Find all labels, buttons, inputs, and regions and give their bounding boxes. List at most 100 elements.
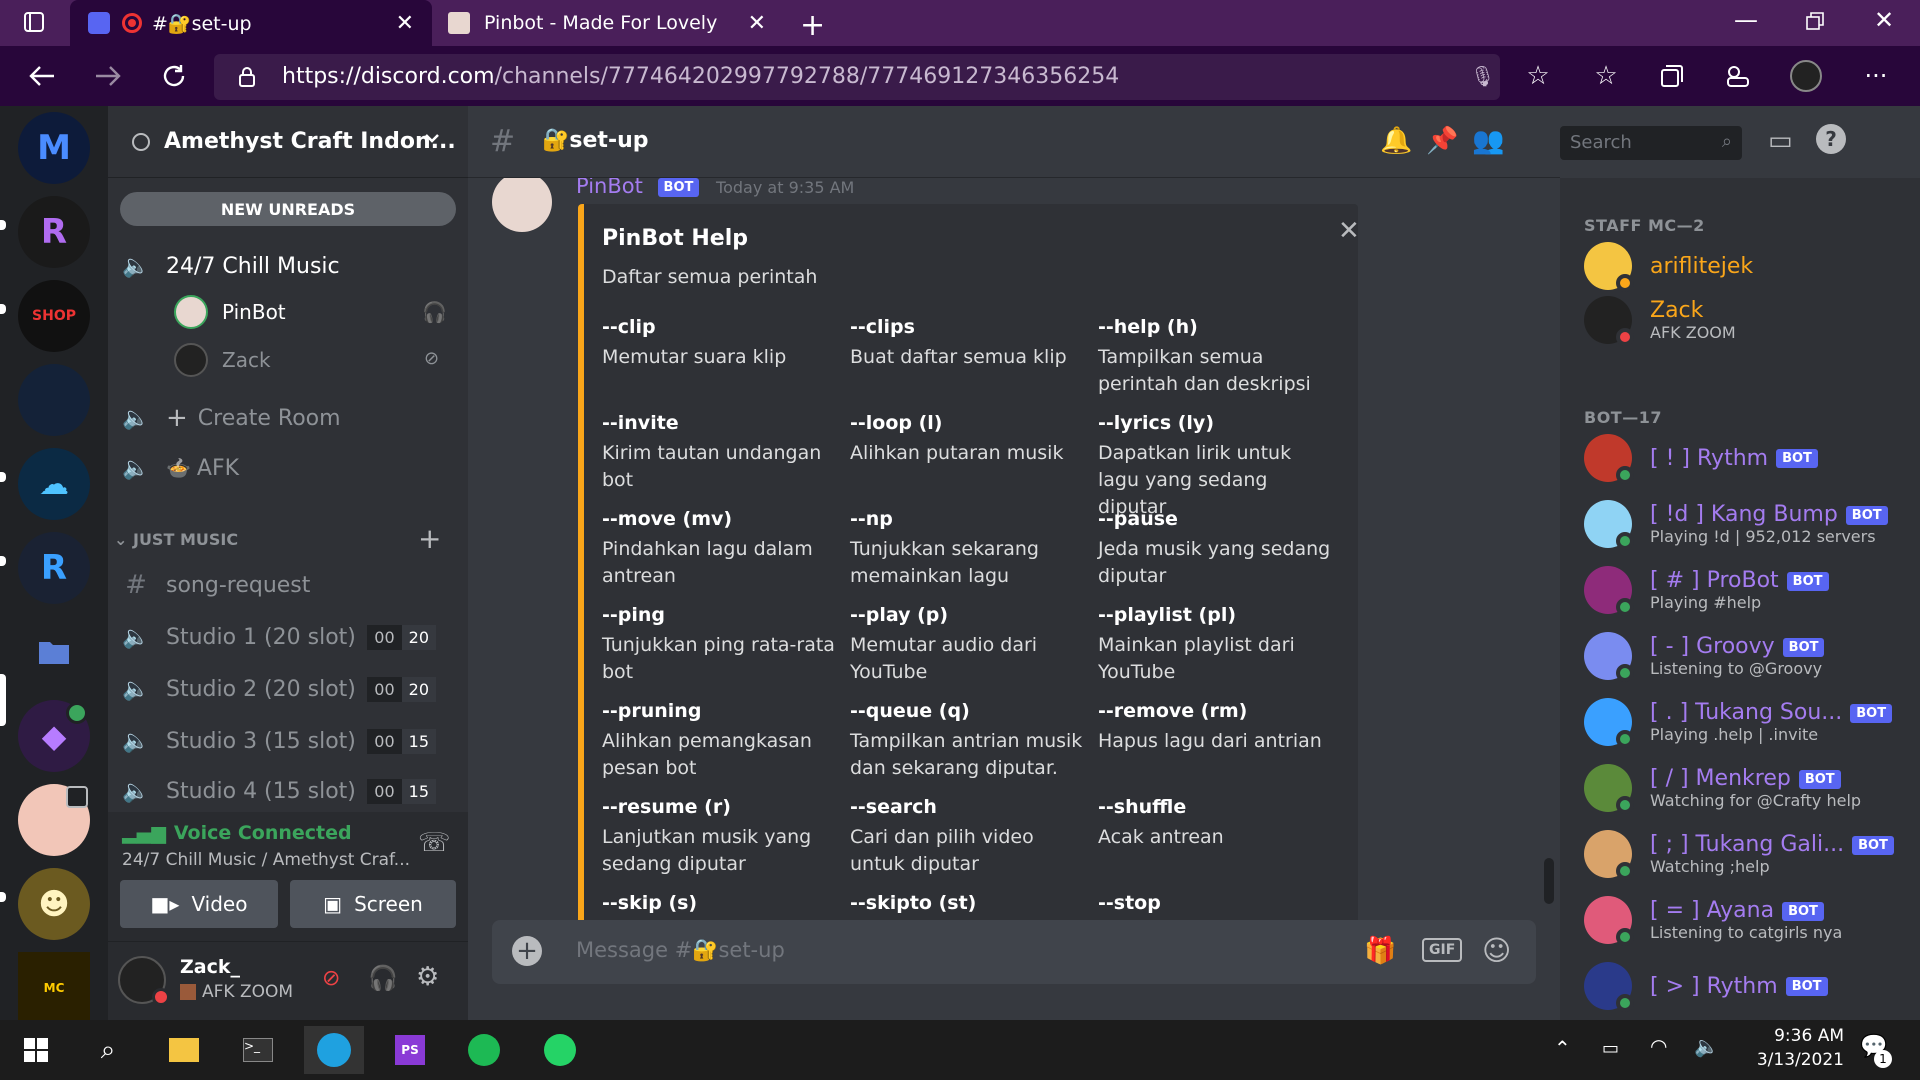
member-activity: Playing #help — [1650, 593, 1762, 612]
clock[interactable]: 9:36 AM 3/13/2021 — [1740, 1026, 1844, 1070]
member-bot[interactable]: [ / ] Menkrep BOT Watching for @Crafty hel… — [1584, 764, 1861, 814]
member-bot[interactable]: [ - ] Groovy BOT Listening to @Groovy — [1584, 632, 1825, 682]
add-channel-icon[interactable]: + — [418, 522, 441, 555]
voice-status[interactable]: ▂▄▆ Voice Connected — [122, 822, 352, 844]
close-tab-icon[interactable]: ✕ — [748, 11, 766, 36]
voice-location[interactable]: 24/7 Chill Music / Amethyst Craf... — [122, 850, 410, 870]
member-bot[interactable]: [ ; ] Tukang Gali... BOT Watching ;help — [1584, 830, 1894, 880]
file-explorer-icon[interactable] — [154, 1026, 214, 1074]
help-icon[interactable]: ? — [1816, 124, 1846, 154]
voice-channel-studio[interactable]: 🔈 Studio 2 (20 slot) 00 20 — [120, 668, 456, 710]
address-bar[interactable]: https://discord.com/channels/77746420299… — [214, 54, 1500, 100]
back-icon[interactable] — [24, 58, 60, 94]
tab-discord[interactable]: #🔐set-up ✕ — [70, 0, 432, 46]
close-window-icon[interactable]: ✕ — [1874, 6, 1894, 34]
terminal-icon[interactable]: >_ — [228, 1026, 288, 1074]
server-storm-icon[interactable]: ☁ — [18, 448, 90, 520]
microphone-icon[interactable]: 🎙 — [1470, 64, 1495, 88]
extensions-icon[interactable] — [1720, 58, 1756, 94]
server-space-icon[interactable] — [18, 364, 90, 436]
server-r-blue-icon[interactable]: R — [18, 532, 90, 604]
restore-icon[interactable] — [1806, 12, 1824, 30]
voice-channel-studio[interactable]: 🔈 Studio 3 (15 slot) 00 15 — [120, 720, 456, 762]
video-button[interactable]: ■▸ Video — [120, 880, 278, 928]
scrollbar-track[interactable] — [1544, 178, 1554, 920]
command-description: Kirim tautan undangan bot — [602, 442, 822, 491]
server-vip-shop-icon[interactable]: SHOP — [18, 280, 90, 352]
chevron-up-icon[interactable]: ⌃ — [1554, 1036, 1571, 1060]
member-bot[interactable]: [ = ] Ayana BOT Listening to catgirls nya — [1584, 896, 1842, 946]
message-author[interactable]: PinBot — [576, 178, 643, 198]
voice-channel-studio[interactable]: 🔈 Studio 4 (15 slot) 00 15 — [120, 770, 456, 812]
server-m-icon[interactable]: M — [18, 112, 90, 184]
close-tab-icon[interactable]: ✕ — [396, 11, 414, 36]
member-bot[interactable]: [ ! ] Rythm BOT — [1584, 434, 1818, 484]
member-bot[interactable]: [ !d ] Kang Bump BOT Playing !d | 952,012 … — [1584, 500, 1888, 550]
favorites-icon[interactable]: ☆ — [1588, 58, 1624, 94]
edge-browser-icon[interactable] — [304, 1026, 364, 1074]
search-input[interactable]: Search ⌕ — [1560, 126, 1742, 160]
headphones-icon[interactable]: 🎧 — [368, 964, 398, 992]
attach-plus-icon[interactable]: + — [512, 936, 542, 966]
phpstorm-icon[interactable]: PS — [380, 1026, 440, 1074]
message-input[interactable]: + Message #🔐set-up 🎁 GIF ☺ — [492, 920, 1536, 984]
create-room-channel[interactable]: 🔈 + Create Room — [120, 396, 456, 440]
scrollbar-thumb[interactable] — [1544, 858, 1554, 904]
url-text: https://discord.com/channels/77746420299… — [282, 64, 1120, 89]
server-list: M R SHOP ☁ R ◆ ☻ MC — [0, 106, 108, 1024]
wifi-icon[interactable]: ◠ — [1650, 1034, 1667, 1058]
forward-icon[interactable] — [90, 58, 126, 94]
gif-button[interactable]: GIF — [1422, 938, 1463, 962]
member-staff[interactable]: ariflitejek — [1584, 242, 1753, 292]
tab-actions-icon[interactable] — [22, 10, 46, 34]
server-r-purple-icon[interactable]: R — [18, 196, 90, 268]
screen-share-button[interactable]: ▣ Screen — [290, 880, 456, 928]
battery-icon[interactable]: ▭ — [1602, 1038, 1619, 1059]
voice-user-zack[interactable]: Zack — [174, 340, 271, 380]
member-bot[interactable]: [ > ] Rythm BOT — [1584, 962, 1828, 1012]
tab-pinbot[interactable]: Pinbot - Made For Lovely ✕ — [436, 0, 776, 46]
member-name-text: [ / ] Menkrep — [1650, 766, 1791, 791]
category-just-music[interactable]: ⌄ JUST MUSIC — [114, 530, 238, 549]
more-menu-icon[interactable]: ··· — [1858, 58, 1894, 94]
whatsapp-icon[interactable] — [530, 1026, 590, 1074]
members-icon[interactable]: 👥 — [1472, 126, 1504, 156]
spotify-icon[interactable] — [454, 1026, 514, 1074]
text-channel-song-request[interactable]: # song-request — [120, 564, 456, 606]
emoji-icon[interactable]: ☺ — [1482, 934, 1511, 967]
afk-channel[interactable]: 🔈 🍲 AFK — [120, 446, 456, 490]
bot-badge: BOT — [1786, 571, 1829, 591]
disconnect-icon[interactable]: ☏ — [418, 828, 451, 858]
close-icon[interactable]: ✕ — [1338, 216, 1360, 246]
mic-muted-icon[interactable]: ⊘ — [322, 966, 340, 991]
profile-avatar[interactable] — [1788, 58, 1824, 94]
folder-icon[interactable] — [18, 616, 90, 688]
new-unreads-bar[interactable]: NEW UNREADS — [120, 192, 456, 226]
new-tab-icon[interactable]: + — [800, 8, 825, 43]
inbox-icon[interactable]: ▭ — [1768, 126, 1793, 156]
gift-icon[interactable]: 🎁 — [1364, 936, 1396, 966]
favorites-add-icon[interactable]: ☆ — [1520, 58, 1556, 94]
bell-icon[interactable]: 🔔 — [1380, 126, 1412, 156]
voice-user-pinbot[interactable]: PinBot — [174, 292, 286, 332]
refresh-icon[interactable] — [156, 58, 192, 94]
collections-icon[interactable] — [1654, 58, 1690, 94]
windows-start-icon[interactable] — [6, 1026, 66, 1074]
command-description: Tampilkan semua perintah dan deskripsi — [1098, 346, 1311, 395]
user-name[interactable]: Zack_ — [180, 956, 240, 978]
avatar[interactable] — [492, 178, 552, 232]
pin-icon[interactable]: 📌 — [1426, 126, 1458, 156]
server-emblem-icon[interactable]: ☻ — [18, 868, 90, 940]
voice-channel-studio[interactable]: 🔈 Studio 1 (20 slot) 00 20 — [120, 616, 456, 658]
avatar — [1584, 764, 1634, 814]
search-icon[interactable]: ⌕ — [78, 1026, 138, 1074]
voice-channel-chill-music[interactable]: 🔈 24/7 Chill Music — [120, 244, 456, 288]
minimize-icon[interactable]: — — [1734, 6, 1758, 34]
member-bot[interactable]: [ # ] ProBot BOT Playing #help — [1584, 566, 1829, 616]
volume-icon[interactable]: 🔈 — [1694, 1034, 1719, 1058]
server-header[interactable]: Amethyst Craft Indon... — [108, 106, 468, 178]
member-bot[interactable]: [ . ] Tukang Sou... BOT Playing .help | .i… — [1584, 698, 1893, 748]
member-staff[interactable]: Zack AFK ZOOM — [1584, 296, 1736, 346]
server-minecraft-icon[interactable]: MC — [18, 952, 90, 1024]
gear-icon[interactable]: ⚙ — [416, 962, 439, 992]
